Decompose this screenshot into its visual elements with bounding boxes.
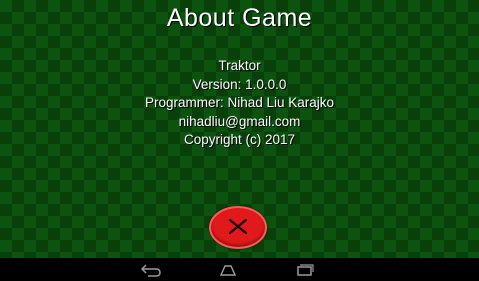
copyright-text: Copyright (c) 2017 (183, 132, 296, 147)
game-name: Traktor (218, 58, 261, 73)
email-text: nihadliu@gmail.com (178, 113, 301, 129)
recent-apps-button[interactable] (293, 262, 317, 278)
page-title: About Game (166, 4, 313, 32)
home-button[interactable] (216, 262, 240, 278)
recent-apps-icon (297, 264, 314, 276)
x-icon (228, 218, 248, 235)
about-info: Traktor Version: 1.0.0.0 Programmer: Nih… (0, 57, 479, 150)
close-button[interactable] (209, 206, 267, 249)
about-screen: About Game Traktor Version: 1.0.0.0 Prog… (0, 0, 479, 281)
back-icon (140, 264, 161, 277)
system-navigation-bar (0, 258, 479, 281)
programmer-text: Programmer: Nihad Liu Karajko (144, 95, 335, 110)
home-icon (219, 265, 237, 276)
version-text: Version: 1.0.0.0 (192, 76, 287, 92)
back-button[interactable] (139, 262, 163, 278)
